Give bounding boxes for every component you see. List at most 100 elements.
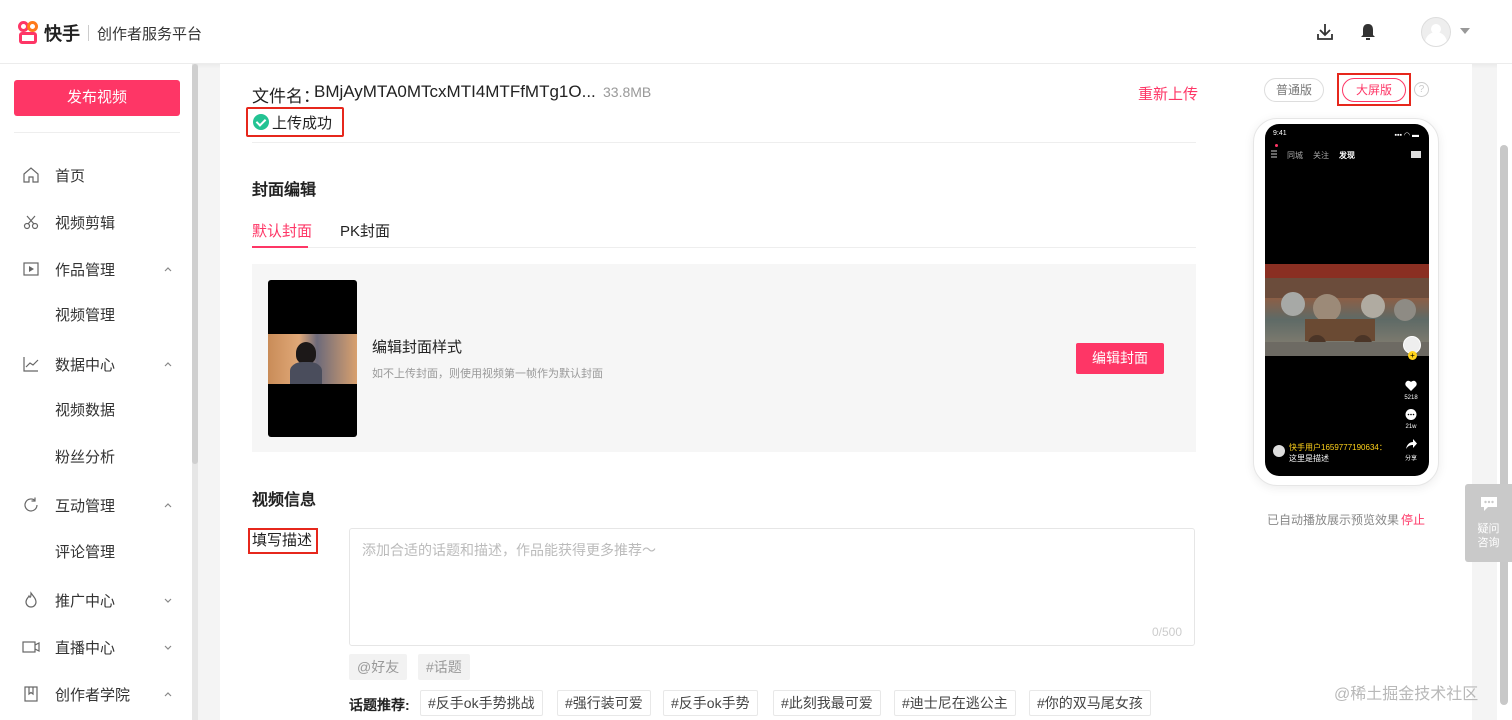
menu-icon <box>1271 150 1277 158</box>
sidebar-item-promotion[interactable]: 推广中心 <box>0 582 192 618</box>
sidebar-scrollbar-thumb[interactable] <box>192 64 198 464</box>
status-time: 9:41 <box>1273 130 1287 137</box>
file-size: 33.8MB <box>603 84 652 100</box>
follow-plus-icon: + <box>1408 351 1417 360</box>
sidebar-item-interaction[interactable]: 互动管理 <box>0 487 192 523</box>
refresh-icon <box>24 497 38 512</box>
scissors-icon <box>23 215 39 230</box>
chevron-down-icon[interactable] <box>162 641 174 653</box>
book-icon <box>24 686 38 702</box>
top-header: 快手 创作者服务平台 <box>0 0 1512 64</box>
sidebar-item-label: 直播中心 <box>55 639 116 657</box>
sidebar-item-video-manage[interactable]: 视频管理 <box>0 296 192 332</box>
sidebar-item-data-center[interactable]: 数据中心 <box>0 346 192 382</box>
chevron-up-icon[interactable] <box>162 358 174 370</box>
active-tab-indicator <box>252 246 308 248</box>
sidebar-item-label: 评论管理 <box>55 543 116 561</box>
publish-video-button[interactable]: 发布视频 <box>14 80 180 116</box>
sidebar-divider <box>14 132 180 133</box>
sidebar-item-label: 互动管理 <box>55 497 116 515</box>
screen-cast-icon <box>1411 151 1421 158</box>
edit-cover-button[interactable]: 编辑封面 <box>1076 343 1164 374</box>
flame-icon <box>25 591 37 608</box>
sidebar-item-label: 作品管理 <box>55 261 116 279</box>
file-name: BMjAyMTA0MTcxMTI4MTFfMTg1O... <box>314 82 596 101</box>
tab-pk-cover[interactable]: PK封面 <box>340 220 390 241</box>
chevron-up-icon[interactable] <box>162 263 174 275</box>
help-consult-label: 疑问 咨询 <box>1465 522 1512 550</box>
topic-chip[interactable]: #迪士尼在逃公主 <box>894 690 1016 716</box>
chevron-down-icon[interactable] <box>1460 28 1470 34</box>
sidebar-item-fans[interactable]: 粉丝分析 <box>0 438 192 474</box>
sidebar-item-label: 粉丝分析 <box>55 448 116 466</box>
share-label: 分享 <box>1404 456 1417 462</box>
sidebar-item-live[interactable]: 直播中心 <box>0 629 192 665</box>
home-icon <box>23 167 39 183</box>
chart-icon <box>23 357 39 372</box>
phone-tab-local: 同城 <box>1287 151 1303 160</box>
sidebar-item-video-data[interactable]: 视频数据 <box>0 391 192 427</box>
topic-chip[interactable]: #强行装可爱 <box>557 690 651 716</box>
video-description: 这里是描述 <box>1289 454 1329 463</box>
description-char-count: 0/500 <box>1151 625 1182 639</box>
sidebar-item-comments[interactable]: 评论管理 <box>0 533 192 569</box>
cover-style-title: 编辑封面样式 <box>372 339 463 356</box>
preview-tab-normal[interactable]: 普通版 <box>1264 78 1324 102</box>
sidebar-item-video-edit[interactable]: 视频剪辑 <box>0 204 192 240</box>
cover-image <box>268 334 357 384</box>
sidebar-item-works[interactable]: 作品管理 <box>0 251 192 287</box>
cover-hint: 如不上传封面，则使用视频第一帧作为默认封面 <box>372 368 603 380</box>
user-avatar[interactable] <box>1421 17 1451 47</box>
autoplay-notice: 已自动播放展示预览效果 <box>1267 513 1400 527</box>
tabs-divider <box>252 247 1196 248</box>
sidebar-item-label: 首页 <box>55 167 86 185</box>
status-indicators: ▪▪▪ ◠ ▬ <box>1394 132 1419 139</box>
video-info-title: 视频信息 <box>252 492 317 509</box>
phone-screen: 9:41 ▪▪▪ ◠ ▬ 同城 关注 发现 + 5218 21w 分享 快手用户… <box>1265 124 1429 476</box>
sidebar: 发布视频 首页 视频剪辑 作品管理 视频管理 数据中心 视频数据 粉丝分析 互动… <box>0 64 192 720</box>
check-circle-icon <box>253 114 269 130</box>
sidebar-item-label: 创作者学院 <box>55 686 131 704</box>
main-scrollbar-thumb[interactable] <box>1500 145 1508 705</box>
video-caption: 快手用户1659777190634： 这里是描述 <box>1289 442 1393 464</box>
play-square-icon <box>23 262 39 276</box>
chevron-down-icon[interactable] <box>162 594 174 606</box>
download-icon[interactable] <box>1315 22 1335 42</box>
stop-autoplay-link[interactable]: 停止 <box>1401 511 1425 528</box>
sidebar-item-home[interactable]: 首页 <box>0 157 192 193</box>
chevron-up-icon[interactable] <box>162 499 174 511</box>
kuaishou-logo-icon <box>18 21 40 45</box>
help-line-1: 疑问 <box>1477 523 1500 535</box>
sidebar-item-label: 推广中心 <box>55 592 116 610</box>
comment-icon <box>1405 409 1417 420</box>
cover-section-title: 封面编辑 <box>252 182 317 199</box>
chevron-up-icon[interactable] <box>162 688 174 700</box>
share-icon <box>1406 439 1417 449</box>
like-count: 5218 <box>1404 395 1418 401</box>
help-line-2: 咨询 <box>1477 537 1500 549</box>
mention-friend-button[interactable]: @好友 <box>349 654 408 680</box>
cover-thumbnail[interactable] <box>268 280 357 437</box>
divider <box>252 142 1196 143</box>
kuaishou-logo[interactable]: 快手 创作者服务平台 <box>18 20 202 46</box>
help-consult-button[interactable]: 疑问 咨询 <box>1465 484 1512 562</box>
platform-name: 创作者服务平台 <box>97 25 203 43</box>
heart-icon <box>1405 380 1417 391</box>
description-textarea[interactable]: 添加合适的话题和描述，作品能获得更多推荐～ 0/500 <box>349 528 1195 646</box>
add-topic-button[interactable]: #话题 <box>418 654 470 680</box>
reupload-link[interactable]: 重新上传 <box>1138 83 1198 104</box>
description-placeholder: 添加合适的话题和描述，作品能获得更多推荐～ <box>362 542 656 558</box>
sidebar-item-label: 数据中心 <box>55 356 116 374</box>
topic-chip[interactable]: #反手ok手势挑战 <box>420 690 543 716</box>
sidebar-item-academy[interactable]: 创作者学院 <box>0 676 192 712</box>
tab-default-cover[interactable]: 默认封面 <box>252 220 312 241</box>
topic-chip[interactable]: #你的双马尾女孩 <box>1029 690 1151 716</box>
sidebar-item-label: 视频剪辑 <box>55 214 116 232</box>
topic-chip[interactable]: #反手ok手势 <box>663 690 758 716</box>
phone-tab-follow: 关注 <box>1313 151 1329 160</box>
preview-tab-big-screen[interactable]: 大屏版 <box>1342 78 1406 102</box>
logo-divider <box>88 25 89 41</box>
help-icon[interactable]: ? <box>1414 82 1429 97</box>
bell-icon[interactable] <box>1358 22 1378 42</box>
topic-chip[interactable]: #此刻我最可爱 <box>773 690 881 716</box>
